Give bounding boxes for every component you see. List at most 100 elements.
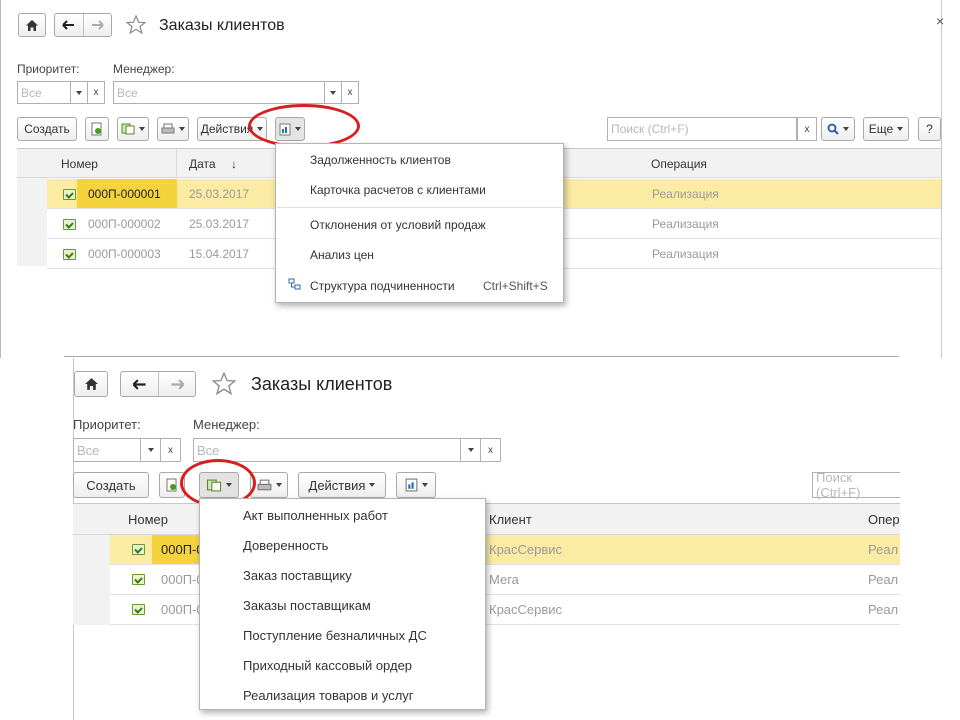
highlight-oval [248, 104, 360, 148]
row-client: КрасСервис [489, 542, 563, 557]
menu-item-supplier-orders[interactable]: Заказы поставщикам [243, 598, 371, 613]
row-date: 25.03.2017 [189, 187, 250, 201]
menu-item-cashless-receipt[interactable]: Поступление безналичных ДС [243, 628, 427, 643]
document-posted-icon [132, 604, 145, 615]
column-client[interactable]: Клиент [489, 512, 532, 527]
top-screenshot: Заказы клиентов × Приоритет: Менеджер: В… [0, 0, 960, 420]
create-based-on-button[interactable] [117, 117, 149, 141]
row-operation: Реализация [652, 187, 719, 201]
create-button[interactable]: Создать [17, 117, 77, 141]
column-divider [176, 148, 177, 178]
printer-icon [257, 479, 271, 490]
star-icon[interactable] [126, 15, 146, 35]
row-client: Мега [489, 572, 519, 587]
priority-clear-button[interactable]: x [160, 438, 181, 462]
copy-button[interactable] [85, 117, 109, 141]
create-button[interactable]: Создать [73, 472, 149, 498]
row-number: 000П-0 [161, 572, 204, 587]
actions-button[interactable]: Действия [298, 472, 386, 498]
row-operation: Реал [868, 572, 899, 587]
manager-field[interactable]: Все [193, 438, 461, 462]
arrow-left-icon [62, 20, 75, 30]
back-button[interactable] [55, 14, 84, 36]
row-number: 000П-0 [161, 542, 204, 557]
row-date: 25.03.2017 [189, 217, 250, 231]
menu-item-work-act[interactable]: Акт выполненных работ [243, 508, 388, 523]
menu-item-supplier-order[interactable]: Заказ поставщику [243, 568, 352, 583]
left-margin [0, 358, 73, 720]
manager-dropdown-button[interactable] [460, 438, 481, 462]
help-button[interactable]: ? [918, 117, 941, 141]
manager-dropdown-button[interactable] [324, 81, 342, 104]
menu-item-structure[interactable]: Структура подчиненности [310, 279, 455, 293]
priority-dropdown-button[interactable] [70, 81, 88, 104]
row-operation: Реализация [652, 247, 719, 261]
document-posted-icon [63, 219, 76, 230]
manager-clear-button[interactable]: x [480, 438, 501, 462]
page-title: Заказы клиентов [251, 374, 393, 394]
home-icon [26, 19, 38, 31]
row-client: КрасСервис [489, 602, 563, 617]
printer-icon [161, 123, 175, 134]
more-button[interactable]: Еще [863, 117, 909, 141]
priority-label: Приоритет: [73, 417, 141, 432]
sort-down-icon: ↓ [231, 157, 237, 171]
reports-icon [405, 478, 417, 492]
row-marker-column [73, 535, 110, 625]
menu-item-sales-goods-services[interactable]: Реализация товаров и услуг [243, 688, 414, 703]
manager-field[interactable]: Все [113, 81, 325, 104]
back-button[interactable] [121, 372, 159, 396]
copy-document-icon [166, 478, 177, 492]
history-nav [120, 371, 196, 397]
screenshot-divider [64, 356, 899, 357]
bottom-screenshot: Заказы клиентов Приоритет: Менеджер: Все… [0, 358, 960, 720]
row-number: 000П-000003 [88, 247, 161, 261]
priority-field[interactable]: Все [17, 81, 71, 104]
actions-label: Действия [308, 477, 366, 493]
priority-field[interactable]: Все [73, 438, 141, 462]
print-button[interactable] [157, 117, 189, 141]
menu-item-structure-shortcut: Ctrl+Shift+S [483, 279, 548, 293]
home-button[interactable] [74, 371, 108, 397]
column-number[interactable]: Номер [61, 157, 98, 171]
column-number[interactable]: Номер [128, 512, 168, 527]
star-icon[interactable] [212, 372, 236, 396]
document-posted-icon [63, 249, 76, 260]
menu-item-deviations[interactable]: Отклонения от условий продаж [310, 218, 486, 232]
home-icon [84, 378, 98, 390]
search-input[interactable]: Поиск (Ctrl+F) [812, 470, 900, 500]
column-operation[interactable]: Опер [868, 512, 900, 527]
search-input[interactable]: Поиск (Ctrl+F) [607, 117, 797, 141]
priority-clear-button[interactable]: x [87, 81, 105, 104]
priority-dropdown-button[interactable] [140, 438, 161, 462]
priority-label: Приоритет: [17, 62, 80, 76]
row-operation: Реализация [652, 217, 719, 231]
search-clear-button[interactable]: x [797, 117, 817, 141]
menu-item-settlement-card[interactable]: Карточка расчетов с клиентами [310, 183, 486, 197]
row-number: 000П-0 [161, 602, 204, 617]
manager-clear-button[interactable]: x [341, 81, 359, 104]
row-operation: Реал [868, 542, 899, 557]
actions-label: Действия [200, 122, 254, 136]
search-button[interactable] [821, 117, 855, 141]
menu-item-debt[interactable]: Задолженность клиентов [310, 153, 451, 167]
menu-item-price-analysis[interactable]: Анализ цен [310, 248, 374, 262]
reports-button[interactable] [396, 472, 436, 498]
page-title: Заказы клиентов [159, 17, 285, 34]
reports-menu: Задолженность клиентов Карточка расчетов… [275, 143, 564, 303]
column-operation[interactable]: Операция [651, 157, 707, 171]
forward-button[interactable] [84, 14, 112, 36]
menu-separator [277, 207, 562, 208]
forward-button[interactable] [159, 372, 195, 396]
home-button[interactable] [18, 13, 46, 37]
close-icon[interactable]: × [936, 13, 944, 29]
column-date[interactable]: Дата [189, 157, 216, 171]
menu-item-cash-receipt-order[interactable]: Приходный кассовый ордер [243, 658, 412, 673]
arrow-right-icon [170, 378, 184, 390]
row-date: 15.04.2017 [189, 247, 250, 261]
menu-item-power-of-attorney[interactable]: Доверенность [243, 538, 328, 553]
right-border [941, 0, 942, 420]
more-label: Еще [868, 122, 894, 136]
row-number: 000П-000001 [88, 187, 161, 201]
arrow-left-icon [132, 378, 146, 390]
